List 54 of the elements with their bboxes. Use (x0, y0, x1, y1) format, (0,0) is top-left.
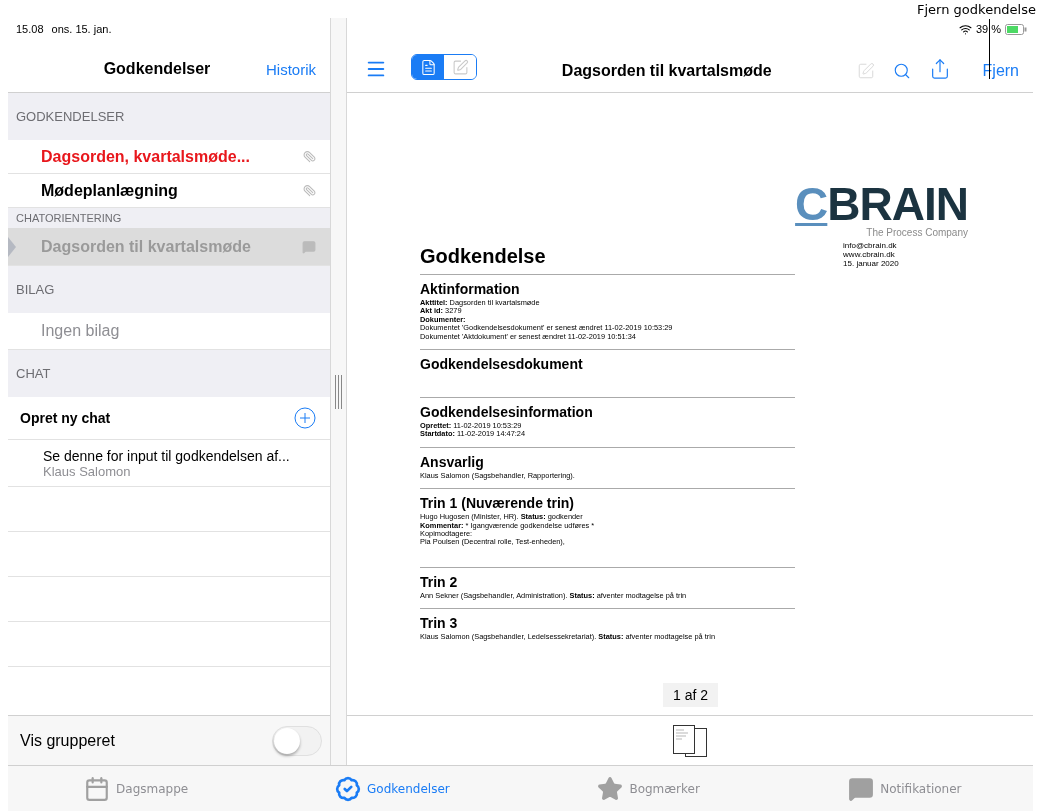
message-author: Klaus Salomon (43, 463, 131, 479)
status-date: ons. 15. jan. (51, 23, 112, 35)
wifi-icon (958, 22, 972, 36)
section-header: GODKENDELSER (8, 93, 330, 140)
history-link[interactable]: Historik (266, 61, 330, 78)
tab[interactable]: Dagsmappe (8, 766, 265, 811)
logo-tagline: The Process Company (866, 227, 968, 238)
contact-line: www.cbrain.dk (843, 250, 896, 259)
edit-page-icon (451, 58, 469, 76)
section-heading: Trin 3 (420, 615, 459, 632)
badge-check-icon (335, 775, 362, 802)
section-heading: Trin 1 (Nuværende trin) (420, 495, 576, 512)
section-heading: Aktinformation (420, 281, 521, 297)
section-heading: Godkendelsesdokument (420, 356, 584, 373)
section-header: CHAT (8, 350, 330, 397)
tab[interactable]: Godkendelser (264, 766, 521, 811)
message-text: Se denne for input til godkendelsen af... (43, 447, 290, 464)
leader-line (989, 19, 990, 79)
new-chat-label[interactable]: Opret ny chat (20, 410, 294, 426)
section-header: CHATORIENTERING (8, 208, 330, 228)
tab[interactable]: Notifikationer (776, 766, 1033, 811)
chat-bubble-icon (848, 775, 875, 802)
contact-line: info@cbrain.dk (843, 241, 898, 250)
paperclip-icon (303, 184, 316, 197)
star-icon (597, 775, 624, 802)
document-heading: Godkendelse (420, 245, 546, 268)
section-heading: Ansvarlig (420, 453, 485, 470)
calendar-icon (84, 775, 111, 802)
toggle-label: Vis grupperet (20, 731, 116, 750)
page-icon (419, 58, 437, 76)
status-time: 15.08 (16, 23, 44, 35)
annotation-label: Fjern godkendelse (917, 2, 1036, 17)
section-header: BILAG (8, 266, 330, 313)
battery-percentage: 39 % (975, 23, 1001, 35)
nav-title: Godkendelser (102, 60, 212, 78)
contact-line: 15. januar 2020 (843, 259, 899, 268)
group-toggle[interactable] (272, 725, 322, 756)
add-icon[interactable] (294, 407, 316, 429)
section-heading: Godkendelsesinformation (420, 404, 594, 421)
view-toggle[interactable] (412, 55, 444, 79)
drag-handle-icon[interactable] (335, 374, 342, 409)
selection-marker-icon (8, 237, 16, 257)
empty-state-text: Ingen bilag (41, 322, 120, 340)
document-title: Dagsorden til kvartalsmøde (560, 62, 773, 80)
page-indicator: 1 af 2 (663, 683, 719, 707)
company-logo: CBRAIN (795, 181, 968, 227)
chat-bubble-icon (302, 239, 316, 254)
section-heading: Trin 2 (420, 573, 459, 590)
battery-icon (1005, 23, 1027, 35)
page-thumbnail[interactable] (673, 724, 707, 757)
list-item[interactable]: Dagsorden til kvartalsmøde (8, 228, 330, 266)
tab[interactable]: Bogmærker (520, 766, 777, 811)
paperclip-icon (303, 150, 316, 163)
search-icon[interactable] (892, 62, 911, 80)
